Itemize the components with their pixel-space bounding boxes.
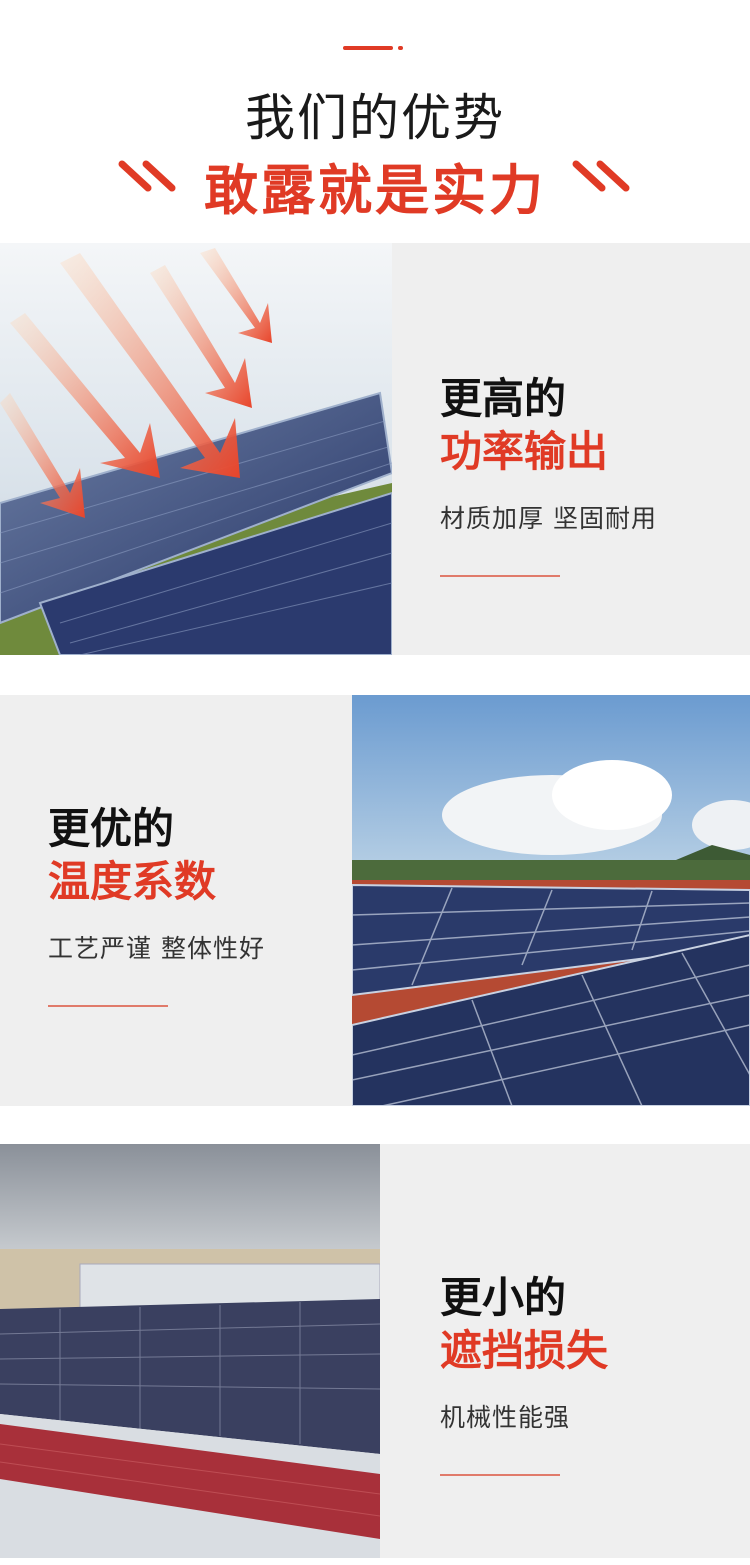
page-title: 我们的优势	[245, 89, 505, 147]
feature-card-shading: 更小的 遮挡损失 机械性能强	[0, 1144, 750, 1558]
feature-divider	[440, 575, 560, 577]
feature-heading-line2: 温度系数	[48, 857, 217, 906]
page-subtitle: 敢露就是实力	[204, 159, 546, 222]
feature-heading-line2: 遮挡损失	[440, 1326, 609, 1375]
feature-card-temperature: 更优的 温度系数 工艺严谨 整体性好	[0, 695, 750, 1106]
feature-heading-line2: 功率输出	[440, 427, 609, 476]
section-header: 我们的优势 敢露就是实力	[0, 0, 750, 243]
feature-card-power: 更高的 功率输出 材质加厚 坚固耐用	[0, 243, 750, 655]
feature-description: 工艺严谨 整体性好	[48, 934, 265, 963]
feature-divider	[440, 1474, 560, 1476]
industrial-roof-solar-panels-photo	[0, 1144, 380, 1558]
rooftop-solar-array-sky-photo	[352, 695, 750, 1106]
solar-panels-sun-arrows-photo	[0, 243, 392, 655]
accent-line	[343, 46, 393, 50]
feature-divider	[48, 1005, 168, 1007]
feature-description: 材质加厚 坚固耐用	[440, 504, 657, 533]
feature-heading-line1: 更小的	[440, 1273, 567, 1322]
right-slash-decoration	[572, 160, 630, 192]
accent-dot	[398, 46, 403, 50]
feature-description: 机械性能强	[440, 1403, 571, 1432]
feature-heading-line1: 更高的	[440, 374, 567, 423]
feature-heading-line1: 更优的	[48, 804, 175, 853]
